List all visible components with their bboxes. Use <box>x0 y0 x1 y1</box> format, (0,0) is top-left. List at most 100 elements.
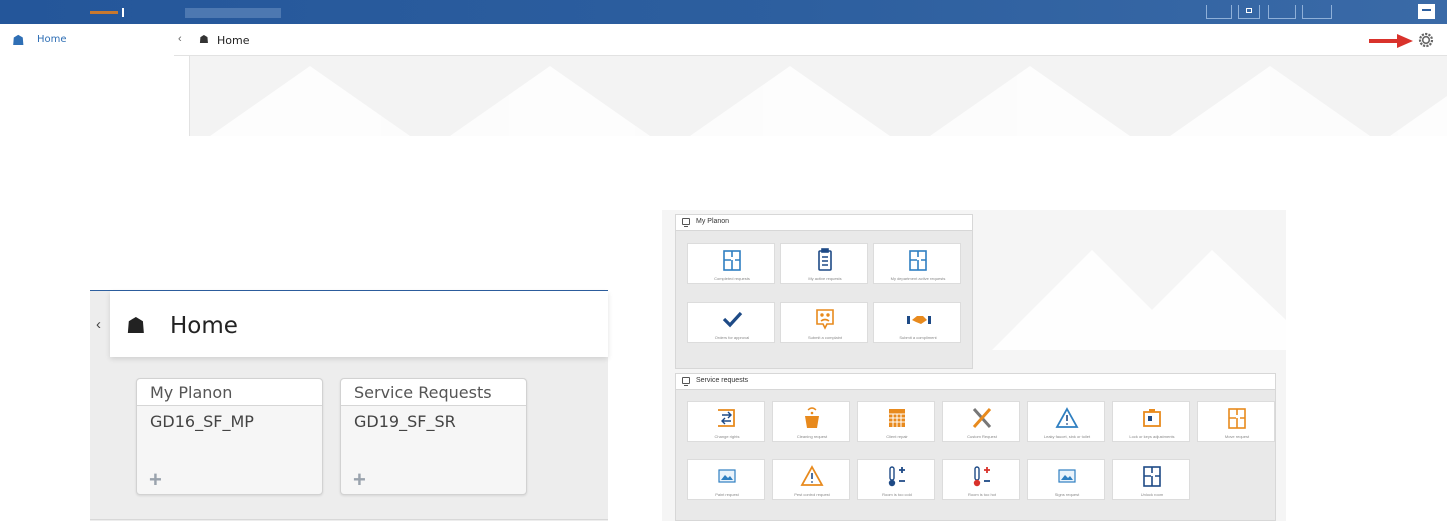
tile-label: Paint request <box>715 492 739 497</box>
floorplan-icon <box>1143 466 1161 487</box>
monitor-icon <box>682 218 690 227</box>
thermometer-hot-icon <box>973 466 990 487</box>
screenshot-composite: ☗ Home ‹ ☗ Home ‹ ☗ Home My Planon GD16_… <box>0 0 1447 521</box>
tile-my-active-requests[interactable]: My active requests <box>780 243 868 284</box>
tile-client-repair[interactable]: Client repair <box>857 401 935 442</box>
home-icon: ☗ <box>12 32 25 48</box>
panel-header: My Planon <box>676 215 972 231</box>
tile-label: Orders for approval <box>714 335 750 340</box>
add-icon[interactable]: + <box>149 469 162 491</box>
widget-title: Service Requests <box>341 379 526 406</box>
bucket-icon <box>805 407 819 428</box>
header-button[interactable] <box>1268 5 1296 19</box>
tile-cleaning-request[interactable]: Cleaning request <box>772 401 850 442</box>
floorplan-icon <box>909 250 927 271</box>
breadcrumb-home-icon: ☗ <box>199 34 209 46</box>
tile-paint-request[interactable]: Paint request <box>687 459 765 500</box>
collapse-sidebar-button[interactable]: ‹ <box>178 33 182 45</box>
app-header-bar <box>0 0 1447 24</box>
widget-subtitle: GD19_SF_SR <box>354 412 456 431</box>
my-planon-panel: My Planon Completed requests My active r… <box>675 214 973 369</box>
id-card-icon <box>1143 409 1161 427</box>
header-tab[interactable] <box>185 8 281 18</box>
widget-title: My Planon <box>137 379 322 406</box>
user-menu-button[interactable] <box>1418 4 1435 19</box>
widget-subtitle: GD16_SF_MP <box>150 412 254 431</box>
zoomed-home-view: ‹ ☗ Home My Planon GD16_SF_MP + Service … <box>90 290 608 521</box>
warning-icon <box>800 465 824 486</box>
tools-icon <box>972 408 992 428</box>
handshake-icon <box>907 316 931 324</box>
tile-label: Cleaning request <box>796 434 828 439</box>
tile-label: Change rights <box>714 434 740 439</box>
tile-label: Submit a compliment <box>899 335 937 340</box>
tile-orders-for-approval[interactable]: Orders for approval <box>687 302 775 343</box>
header-print-button[interactable] <box>1238 5 1260 19</box>
page-header: ‹ ☗ Home <box>96 291 608 357</box>
tile-label: Room is too hot <box>967 492 996 497</box>
widget-card-service-requests[interactable]: Service Requests GD19_SF_SR + <box>340 378 527 495</box>
widget-card-my-planon[interactable]: My Planon GD16_SF_MP + <box>136 378 323 495</box>
header-button[interactable] <box>1302 5 1332 19</box>
tile-label: Submit a complaint <box>807 335 842 340</box>
tile-label: Lock or keys adjustments <box>1129 434 1175 439</box>
tile-label: My active requests <box>808 276 842 281</box>
tile-my-department-active-requests[interactable]: My department active requests <box>873 243 961 284</box>
tile-label: Leaky faucet, sink or toilet <box>1043 434 1091 439</box>
tile-submit-a-complaint[interactable]: Submit a complaint <box>780 302 868 343</box>
panel-title: My Planon <box>696 218 730 225</box>
service-requests-panel: Service requests Change rights Cleaning … <box>675 373 1276 521</box>
gear-icon[interactable] <box>1418 32 1434 48</box>
sad-face-icon <box>816 309 834 330</box>
tile-lock-or-keys-adjustments[interactable]: Lock or keys adjustments <box>1112 401 1190 442</box>
tile-label: My department active requests <box>890 276 946 281</box>
configured-home-view: My Planon Completed requests My active r… <box>662 210 1286 521</box>
collapse-sidebar-button[interactable]: ‹ <box>96 316 101 333</box>
monitor-icon <box>682 377 690 386</box>
panel-header: Service requests <box>676 374 1275 390</box>
add-icon[interactable]: + <box>353 469 366 491</box>
header-button[interactable] <box>1206 5 1232 19</box>
warning-icon <box>1055 407 1079 428</box>
calendar-icon <box>889 409 905 427</box>
tile-room-is-too-hot[interactable]: Room is too hot <box>942 459 1020 500</box>
page-title: Home <box>170 313 238 339</box>
clipboard-icon <box>818 248 832 271</box>
divider <box>90 519 608 520</box>
panel-title: Service requests <box>696 377 749 384</box>
tile-signs-request[interactable]: Signs request <box>1027 459 1105 500</box>
tile-unlock-room[interactable]: Unlock room <box>1112 459 1190 500</box>
picture-icon <box>1058 469 1076 483</box>
exchange-icon <box>718 409 735 427</box>
tile-label: Pest control request <box>794 492 830 497</box>
red-arrow-annotation <box>1369 34 1413 48</box>
checkmark-icon <box>722 311 743 328</box>
tile-label: Custom Request <box>967 434 997 439</box>
tile-custom-request[interactable]: Custom Request <box>942 401 1020 442</box>
tile-label: Completed requests <box>714 276 750 281</box>
floorplan-icon <box>1228 408 1246 429</box>
tile-label: Unlock room <box>1140 492 1164 497</box>
floorplan-icon <box>723 250 741 271</box>
sidebar-item-home[interactable]: ☗ Home <box>0 24 174 56</box>
background-pattern <box>210 66 1447 136</box>
sidebar-panel <box>0 56 190 136</box>
sidebar-item-label: Home <box>37 34 67 45</box>
tile-change-rights[interactable]: Change rights <box>687 401 765 442</box>
tile-label: Client repair <box>886 434 908 439</box>
tile-label: Room is too cold <box>882 492 912 497</box>
picture-icon <box>718 469 736 483</box>
tile-leaky-faucet[interactable]: Leaky faucet, sink or toilet <box>1027 401 1105 442</box>
thermometer-cold-icon <box>888 466 905 487</box>
brand-logo <box>90 8 124 17</box>
tile-move-request[interactable]: Move request <box>1197 401 1275 442</box>
tile-completed-requests[interactable]: Completed requests <box>687 243 775 284</box>
home-content-background <box>190 56 1447 136</box>
tile-pest-control-request[interactable]: Pest control request <box>772 459 850 500</box>
tile-room-is-too-cold[interactable]: Room is too cold <box>857 459 935 500</box>
breadcrumb-bar: ☗ Home ‹ ☗ Home <box>0 24 1447 56</box>
breadcrumb-title: Home <box>217 34 250 47</box>
tile-label: Signs request <box>1054 492 1080 497</box>
tile-submit-a-compliment[interactable]: Submit a compliment <box>873 302 961 343</box>
home-icon: ☗ <box>126 313 146 338</box>
